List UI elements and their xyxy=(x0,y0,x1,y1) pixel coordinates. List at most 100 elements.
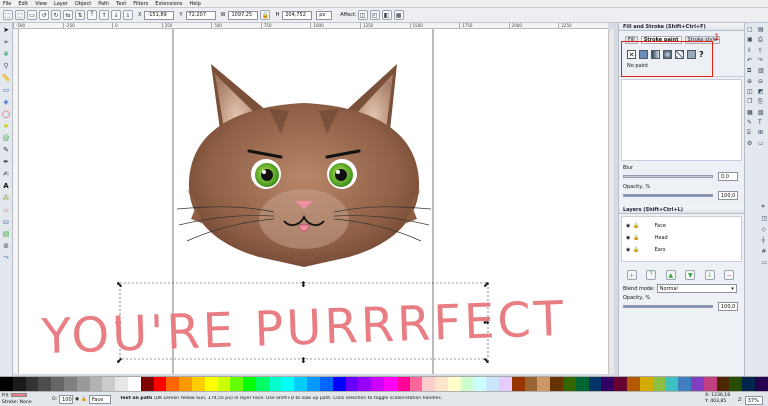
dropper-tool-icon[interactable]: ⊘ xyxy=(2,241,11,250)
pencil-tool-icon[interactable]: ✎ xyxy=(2,145,11,154)
palette-swatch[interactable] xyxy=(665,377,679,391)
color-palette[interactable] xyxy=(0,376,768,391)
snap-page-icon[interactable]: ▭ xyxy=(761,259,767,266)
eye-icon[interactable]: ◉ xyxy=(626,235,630,241)
palette-swatch[interactable] xyxy=(563,377,576,391)
menu-layer[interactable]: Layer xyxy=(54,1,68,7)
palette-swatch[interactable] xyxy=(166,377,180,391)
paste-icon[interactable]: ▥ xyxy=(758,67,766,75)
rotate-cw-icon[interactable]: ↻ xyxy=(51,10,61,20)
blur-slider[interactable] xyxy=(623,175,713,178)
h-field[interactable]: 204,752 xyxy=(282,10,313,20)
zoom-page-icon[interactable]: ◫ xyxy=(747,88,755,95)
open-icon[interactable]: ▤ xyxy=(758,26,766,33)
spiral-tool-icon[interactable]: @ xyxy=(2,133,11,142)
palette-swatch[interactable] xyxy=(307,377,320,391)
palette-swatch[interactable] xyxy=(230,377,244,391)
document-props-icon[interactable]: ▭ xyxy=(758,140,766,147)
palette-swatch[interactable] xyxy=(102,377,116,391)
layer-row[interactable]: ◉ 🔓 Head xyxy=(626,232,737,244)
flip-vertical-icon[interactable]: ⇅ xyxy=(75,10,85,20)
preferences-icon[interactable]: ⚙ xyxy=(747,140,755,147)
align-icon[interactable]: ⊞ xyxy=(758,129,766,137)
rotate-ccw-icon[interactable]: ↺ xyxy=(39,10,49,20)
star-tool-icon[interactable]: ★ xyxy=(2,121,11,130)
ungroup-icon[interactable]: ▧ xyxy=(758,109,766,116)
palette-swatch[interactable] xyxy=(588,377,602,391)
eye-icon[interactable]: ◉ xyxy=(75,397,79,402)
zoom-out-icon[interactable]: ⊖ xyxy=(758,78,766,85)
layer-opacity-field[interactable]: 100,0 xyxy=(718,302,738,311)
blur-field[interactable]: 0,0 xyxy=(718,172,738,181)
palette-swatch[interactable] xyxy=(601,377,615,391)
duplicate-icon[interactable]: ❐ xyxy=(747,98,755,106)
3d-box-tool-icon[interactable]: ◈ xyxy=(2,97,11,106)
palette-swatch[interactable] xyxy=(179,377,192,391)
spray-tool-icon[interactable]: ⁂ xyxy=(2,193,11,202)
blend-mode-select[interactable]: Normal ▾ xyxy=(656,284,737,293)
raise-layer-icon[interactable]: ▲ xyxy=(665,270,676,280)
add-layer-icon[interactable]: ＋ xyxy=(626,270,637,280)
palette-swatch[interactable] xyxy=(345,377,359,391)
lower-layer-bottom-icon[interactable]: ⤓ xyxy=(704,270,715,280)
layer-opacity-slider[interactable] xyxy=(623,305,713,308)
menu-view[interactable]: View xyxy=(35,1,47,7)
palette-swatch[interactable] xyxy=(140,377,154,391)
fill-swatch[interactable] xyxy=(11,393,28,397)
lower-layer-icon[interactable]: ▼ xyxy=(685,270,696,280)
palette-swatch[interactable] xyxy=(652,377,666,391)
opacity-slider[interactable] xyxy=(623,194,713,197)
palette-swatch[interactable] xyxy=(217,377,231,391)
select-all-icon[interactable]: ⬚ xyxy=(3,10,13,20)
gradient-tool-icon[interactable]: ▤ xyxy=(2,229,11,238)
palette-swatch[interactable] xyxy=(153,377,167,391)
remove-layer-icon[interactable]: － xyxy=(724,270,735,280)
palette-swatch[interactable] xyxy=(537,377,551,391)
palette-swatch[interactable] xyxy=(486,377,500,391)
palette-swatch[interactable] xyxy=(115,377,128,391)
raise-layer-top-icon[interactable]: ⤒ xyxy=(646,270,657,280)
lock-icon[interactable]: 🔓 xyxy=(633,247,639,253)
style-indicator[interactable]: Fill: Stroke: None xyxy=(2,393,50,406)
x-field[interactable]: -151,89 xyxy=(144,10,175,20)
palette-swatch[interactable] xyxy=(38,377,52,391)
undo-icon[interactable]: ↶ xyxy=(747,57,755,64)
palette-swatch[interactable] xyxy=(294,377,308,391)
palette-swatch[interactable] xyxy=(473,377,487,391)
menu-extensions[interactable]: Extensions xyxy=(155,1,182,7)
selector-tool-icon[interactable]: ➤ xyxy=(2,25,11,34)
clone-icon[interactable]: ⎘ xyxy=(758,98,766,106)
save-icon[interactable]: ▣ xyxy=(747,36,755,44)
palette-swatch[interactable] xyxy=(627,377,640,391)
palette-swatch[interactable] xyxy=(422,377,436,391)
ellipse-tool-icon[interactable]: ◯ xyxy=(2,109,11,118)
palette-swatch[interactable] xyxy=(332,377,346,391)
snap-grid-icon[interactable]: # xyxy=(761,248,767,255)
export-icon[interactable]: ⇧ xyxy=(758,47,766,54)
palette-swatch[interactable] xyxy=(12,377,26,391)
palette-swatch[interactable] xyxy=(127,377,141,391)
palette-swatch[interactable] xyxy=(383,377,397,391)
zoom-drawing-icon[interactable]: ◩ xyxy=(758,88,766,95)
palette-swatch[interactable] xyxy=(678,377,692,391)
palette-swatch[interactable] xyxy=(575,377,589,391)
palette-swatch[interactable] xyxy=(25,377,39,391)
flip-horizontal-icon[interactable]: ⇆ xyxy=(63,10,73,20)
snap-bbox-icon[interactable]: ◳ xyxy=(761,215,767,222)
palette-swatch[interactable] xyxy=(550,377,564,391)
rectangle-tool-icon[interactable]: ▭ xyxy=(2,85,11,94)
palette-swatch[interactable] xyxy=(742,377,756,391)
menu-filters[interactable]: Filters xyxy=(133,1,148,7)
palette-swatch[interactable] xyxy=(51,377,64,391)
palette-swatch[interactable] xyxy=(371,377,384,391)
palette-swatch[interactable] xyxy=(435,377,448,391)
layer-row[interactable]: ◉ 🔓 Face xyxy=(626,220,737,232)
palette-swatch[interactable] xyxy=(691,377,704,391)
opacity-field[interactable]: 100,0 xyxy=(718,191,738,200)
affect-stroke-icon[interactable]: ◫ xyxy=(357,10,368,20)
raise-to-top-icon[interactable]: ⤒ xyxy=(87,10,97,20)
lower-icon[interactable]: ↓ xyxy=(111,10,121,20)
cat-head[interactable] xyxy=(187,103,421,267)
palette-swatch[interactable] xyxy=(524,377,538,391)
menu-text[interactable]: Text xyxy=(116,1,126,7)
